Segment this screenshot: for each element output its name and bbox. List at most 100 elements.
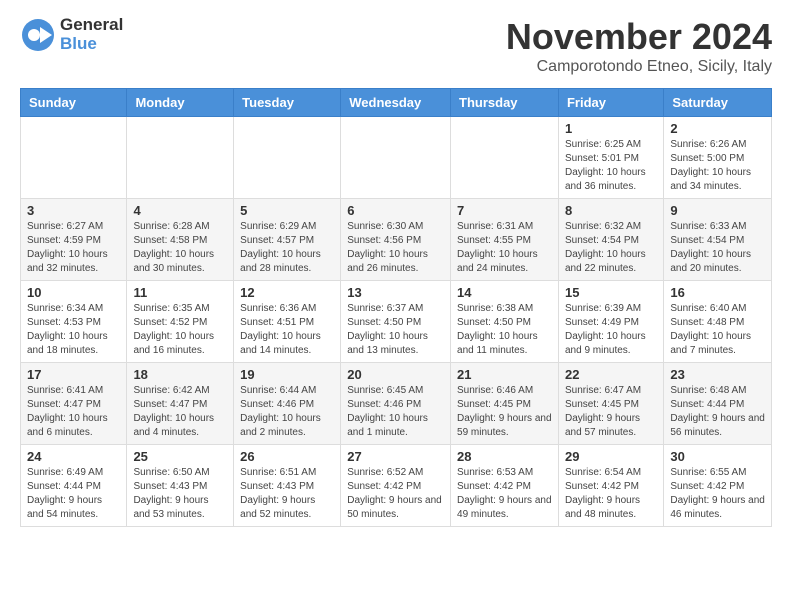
day-number: 9 — [670, 203, 765, 218]
calendar-cell: 26 Sunrise: 6:51 AM Sunset: 4:43 PM Dayli… — [234, 445, 341, 527]
calendar-cell: 4 Sunrise: 6:28 AM Sunset: 4:58 PM Daylig… — [127, 199, 234, 281]
day-info: Sunrise: 6:32 AM Sunset: 4:54 PM Dayligh… — [565, 220, 657, 276]
day-number: 16 — [670, 285, 765, 300]
calendar-cell: 30 Sunrise: 6:55 AM Sunset: 4:42 PM Dayli… — [664, 445, 772, 527]
day-info: Sunrise: 6:41 AM Sunset: 4:47 PM Dayligh… — [27, 384, 120, 440]
day-number: 17 — [27, 367, 120, 382]
calendar-cell — [341, 117, 451, 199]
calendar-cell — [451, 117, 559, 199]
calendar-cell: 21Sunrise: 6:46 AM Sunset: 4:45 PM Dayli… — [451, 363, 559, 445]
calendar-week-row: 10 Sunrise: 6:34 AM Sunset: 4:53 PM Dayli… — [21, 281, 772, 363]
day-info: Sunrise: 6:26 AM Sunset: 5:00 PM Dayligh… — [670, 138, 765, 194]
calendar-cell: 5Sunrise: 6:29 AM Sunset: 4:57 PM Daylig… — [234, 199, 341, 281]
day-number: 2 — [670, 121, 765, 136]
day-number: 19 — [240, 367, 334, 382]
day-info: Sunrise: 6:29 AM Sunset: 4:57 PM Dayligh… — [240, 220, 334, 276]
day-info: Sunrise: 6:53 AM Sunset: 4:42 PM Dayligh… — [457, 466, 552, 522]
calendar-cell: 9 Sunrise: 6:33 AM Sunset: 4:54 PM Daylig… — [664, 199, 772, 281]
weekday-header: Monday — [127, 89, 234, 117]
day-number: 28 — [457, 449, 552, 464]
calendar-cell: 7 Sunrise: 6:31 AM Sunset: 4:55 PM Daylig… — [451, 199, 559, 281]
day-info: Sunrise: 6:45 AM Sunset: 4:46 PM Dayligh… — [347, 384, 444, 440]
weekday-header: Saturday — [664, 89, 772, 117]
day-info: Sunrise: 6:40 AM Sunset: 4:48 PM Dayligh… — [670, 302, 765, 358]
calendar-cell: 29 Sunrise: 6:54 AM Sunset: 4:42 PM Dayli… — [558, 445, 663, 527]
logo: General Blue — [20, 16, 123, 53]
calendar-cell: 19 Sunrise: 6:44 AM Sunset: 4:46 PM Dayli… — [234, 363, 341, 445]
weekday-header: Thursday — [451, 89, 559, 117]
calendar-header-row: SundayMondayTuesdayWednesdayThursdayFrid… — [21, 89, 772, 117]
day-info: Sunrise: 6:47 AM Sunset: 4:45 PM Dayligh… — [565, 384, 657, 440]
day-info: Sunrise: 6:31 AM Sunset: 4:55 PM Dayligh… — [457, 220, 552, 276]
calendar-cell: 11 Sunrise: 6:35 AM Sunset: 4:52 PM Dayli… — [127, 281, 234, 363]
day-number: 11 — [133, 285, 227, 300]
day-number: 27 — [347, 449, 444, 464]
page: General Blue November 2024 Camporotondo … — [0, 0, 792, 543]
day-info: Sunrise: 6:52 AM Sunset: 4:42 PM Dayligh… — [347, 466, 444, 522]
day-number: 24 — [27, 449, 120, 464]
day-number: 14 — [457, 285, 552, 300]
day-number: 18 — [133, 367, 227, 382]
day-number: 7 — [457, 203, 552, 218]
header: General Blue November 2024 Camporotondo … — [20, 16, 772, 76]
calendar-cell: 15 Sunrise: 6:39 AM Sunset: 4:49 PM Dayli… — [558, 281, 663, 363]
day-number: 15 — [565, 285, 657, 300]
day-info: Sunrise: 6:36 AM Sunset: 4:51 PM Dayligh… — [240, 302, 334, 358]
weekday-header: Wednesday — [341, 89, 451, 117]
day-number: 21 — [457, 367, 552, 382]
day-info: Sunrise: 6:25 AM Sunset: 5:01 PM Dayligh… — [565, 138, 657, 194]
day-number: 8 — [565, 203, 657, 218]
calendar-cell: 22 Sunrise: 6:47 AM Sunset: 4:45 PM Dayli… — [558, 363, 663, 445]
day-number: 12 — [240, 285, 334, 300]
weekday-header: Sunday — [21, 89, 127, 117]
calendar-cell: 16 Sunrise: 6:40 AM Sunset: 4:48 PM Dayli… — [664, 281, 772, 363]
calendar-cell: 28 Sunrise: 6:53 AM Sunset: 4:42 PM Dayli… — [451, 445, 559, 527]
day-info: Sunrise: 6:42 AM Sunset: 4:47 PM Dayligh… — [133, 384, 227, 440]
title-section: November 2024 Camporotondo Etneo, Sicily… — [506, 16, 772, 76]
day-number: 13 — [347, 285, 444, 300]
day-number: 22 — [565, 367, 657, 382]
day-info: Sunrise: 6:35 AM Sunset: 4:52 PM Dayligh… — [133, 302, 227, 358]
day-number: 30 — [670, 449, 765, 464]
day-info: Sunrise: 6:50 AM Sunset: 4:43 PM Dayligh… — [133, 466, 227, 522]
day-info: Sunrise: 6:33 AM Sunset: 4:54 PM Dayligh… — [670, 220, 765, 276]
day-info: Sunrise: 6:28 AM Sunset: 4:58 PM Dayligh… — [133, 220, 227, 276]
day-number: 23 — [670, 367, 765, 382]
calendar-cell: 27 Sunrise: 6:52 AM Sunset: 4:42 PM Dayli… — [341, 445, 451, 527]
day-info: Sunrise: 6:39 AM Sunset: 4:49 PM Dayligh… — [565, 302, 657, 358]
day-number: 26 — [240, 449, 334, 464]
calendar-cell: 23 Sunrise: 6:48 AM Sunset: 4:44 PM Dayli… — [664, 363, 772, 445]
calendar-cell: 17 Sunrise: 6:41 AM Sunset: 4:47 PM Dayli… — [21, 363, 127, 445]
day-info: Sunrise: 6:54 AM Sunset: 4:42 PM Dayligh… — [565, 466, 657, 522]
day-number: 25 — [133, 449, 227, 464]
calendar-cell: 24 Sunrise: 6:49 AM Sunset: 4:44 PM Dayli… — [21, 445, 127, 527]
logo-icon — [20, 17, 56, 53]
calendar-cell — [127, 117, 234, 199]
calendar-cell — [234, 117, 341, 199]
logo-blue: Blue — [60, 35, 123, 54]
calendar-cell: 1 Sunrise: 6:25 AM Sunset: 5:01 PM Daylig… — [558, 117, 663, 199]
day-info: Sunrise: 6:49 AM Sunset: 4:44 PM Dayligh… — [27, 466, 120, 522]
day-info: Sunrise: 6:27 AM Sunset: 4:59 PM Dayligh… — [27, 220, 120, 276]
calendar-cell: 18 Sunrise: 6:42 AM Sunset: 4:47 PM Dayli… — [127, 363, 234, 445]
day-info: Sunrise: 6:55 AM Sunset: 4:42 PM Dayligh… — [670, 466, 765, 522]
day-info: Sunrise: 6:38 AM Sunset: 4:50 PM Dayligh… — [457, 302, 552, 358]
calendar-week-row: 17 Sunrise: 6:41 AM Sunset: 4:47 PM Dayli… — [21, 363, 772, 445]
day-number: 10 — [27, 285, 120, 300]
day-info: Sunrise: 6:34 AM Sunset: 4:53 PM Dayligh… — [27, 302, 120, 358]
day-number: 1 — [565, 121, 657, 136]
day-number: 29 — [565, 449, 657, 464]
day-info: Sunrise: 6:37 AM Sunset: 4:50 PM Dayligh… — [347, 302, 444, 358]
day-number: 6 — [347, 203, 444, 218]
day-info: Sunrise: 6:44 AM Sunset: 4:46 PM Dayligh… — [240, 384, 334, 440]
calendar-cell: 10 Sunrise: 6:34 AM Sunset: 4:53 PM Dayli… — [21, 281, 127, 363]
logo-general: General — [60, 16, 123, 35]
day-number: 20 — [347, 367, 444, 382]
calendar-cell: 20 Sunrise: 6:45 AM Sunset: 4:46 PM Dayli… — [341, 363, 451, 445]
calendar-week-row: 24 Sunrise: 6:49 AM Sunset: 4:44 PM Dayli… — [21, 445, 772, 527]
month-title: November 2024 — [506, 16, 772, 58]
day-info: Sunrise: 6:48 AM Sunset: 4:44 PM Dayligh… — [670, 384, 765, 440]
day-number: 4 — [133, 203, 227, 218]
calendar-cell: 25 Sunrise: 6:50 AM Sunset: 4:43 PM Dayli… — [127, 445, 234, 527]
day-info: Sunrise: 6:51 AM Sunset: 4:43 PM Dayligh… — [240, 466, 334, 522]
